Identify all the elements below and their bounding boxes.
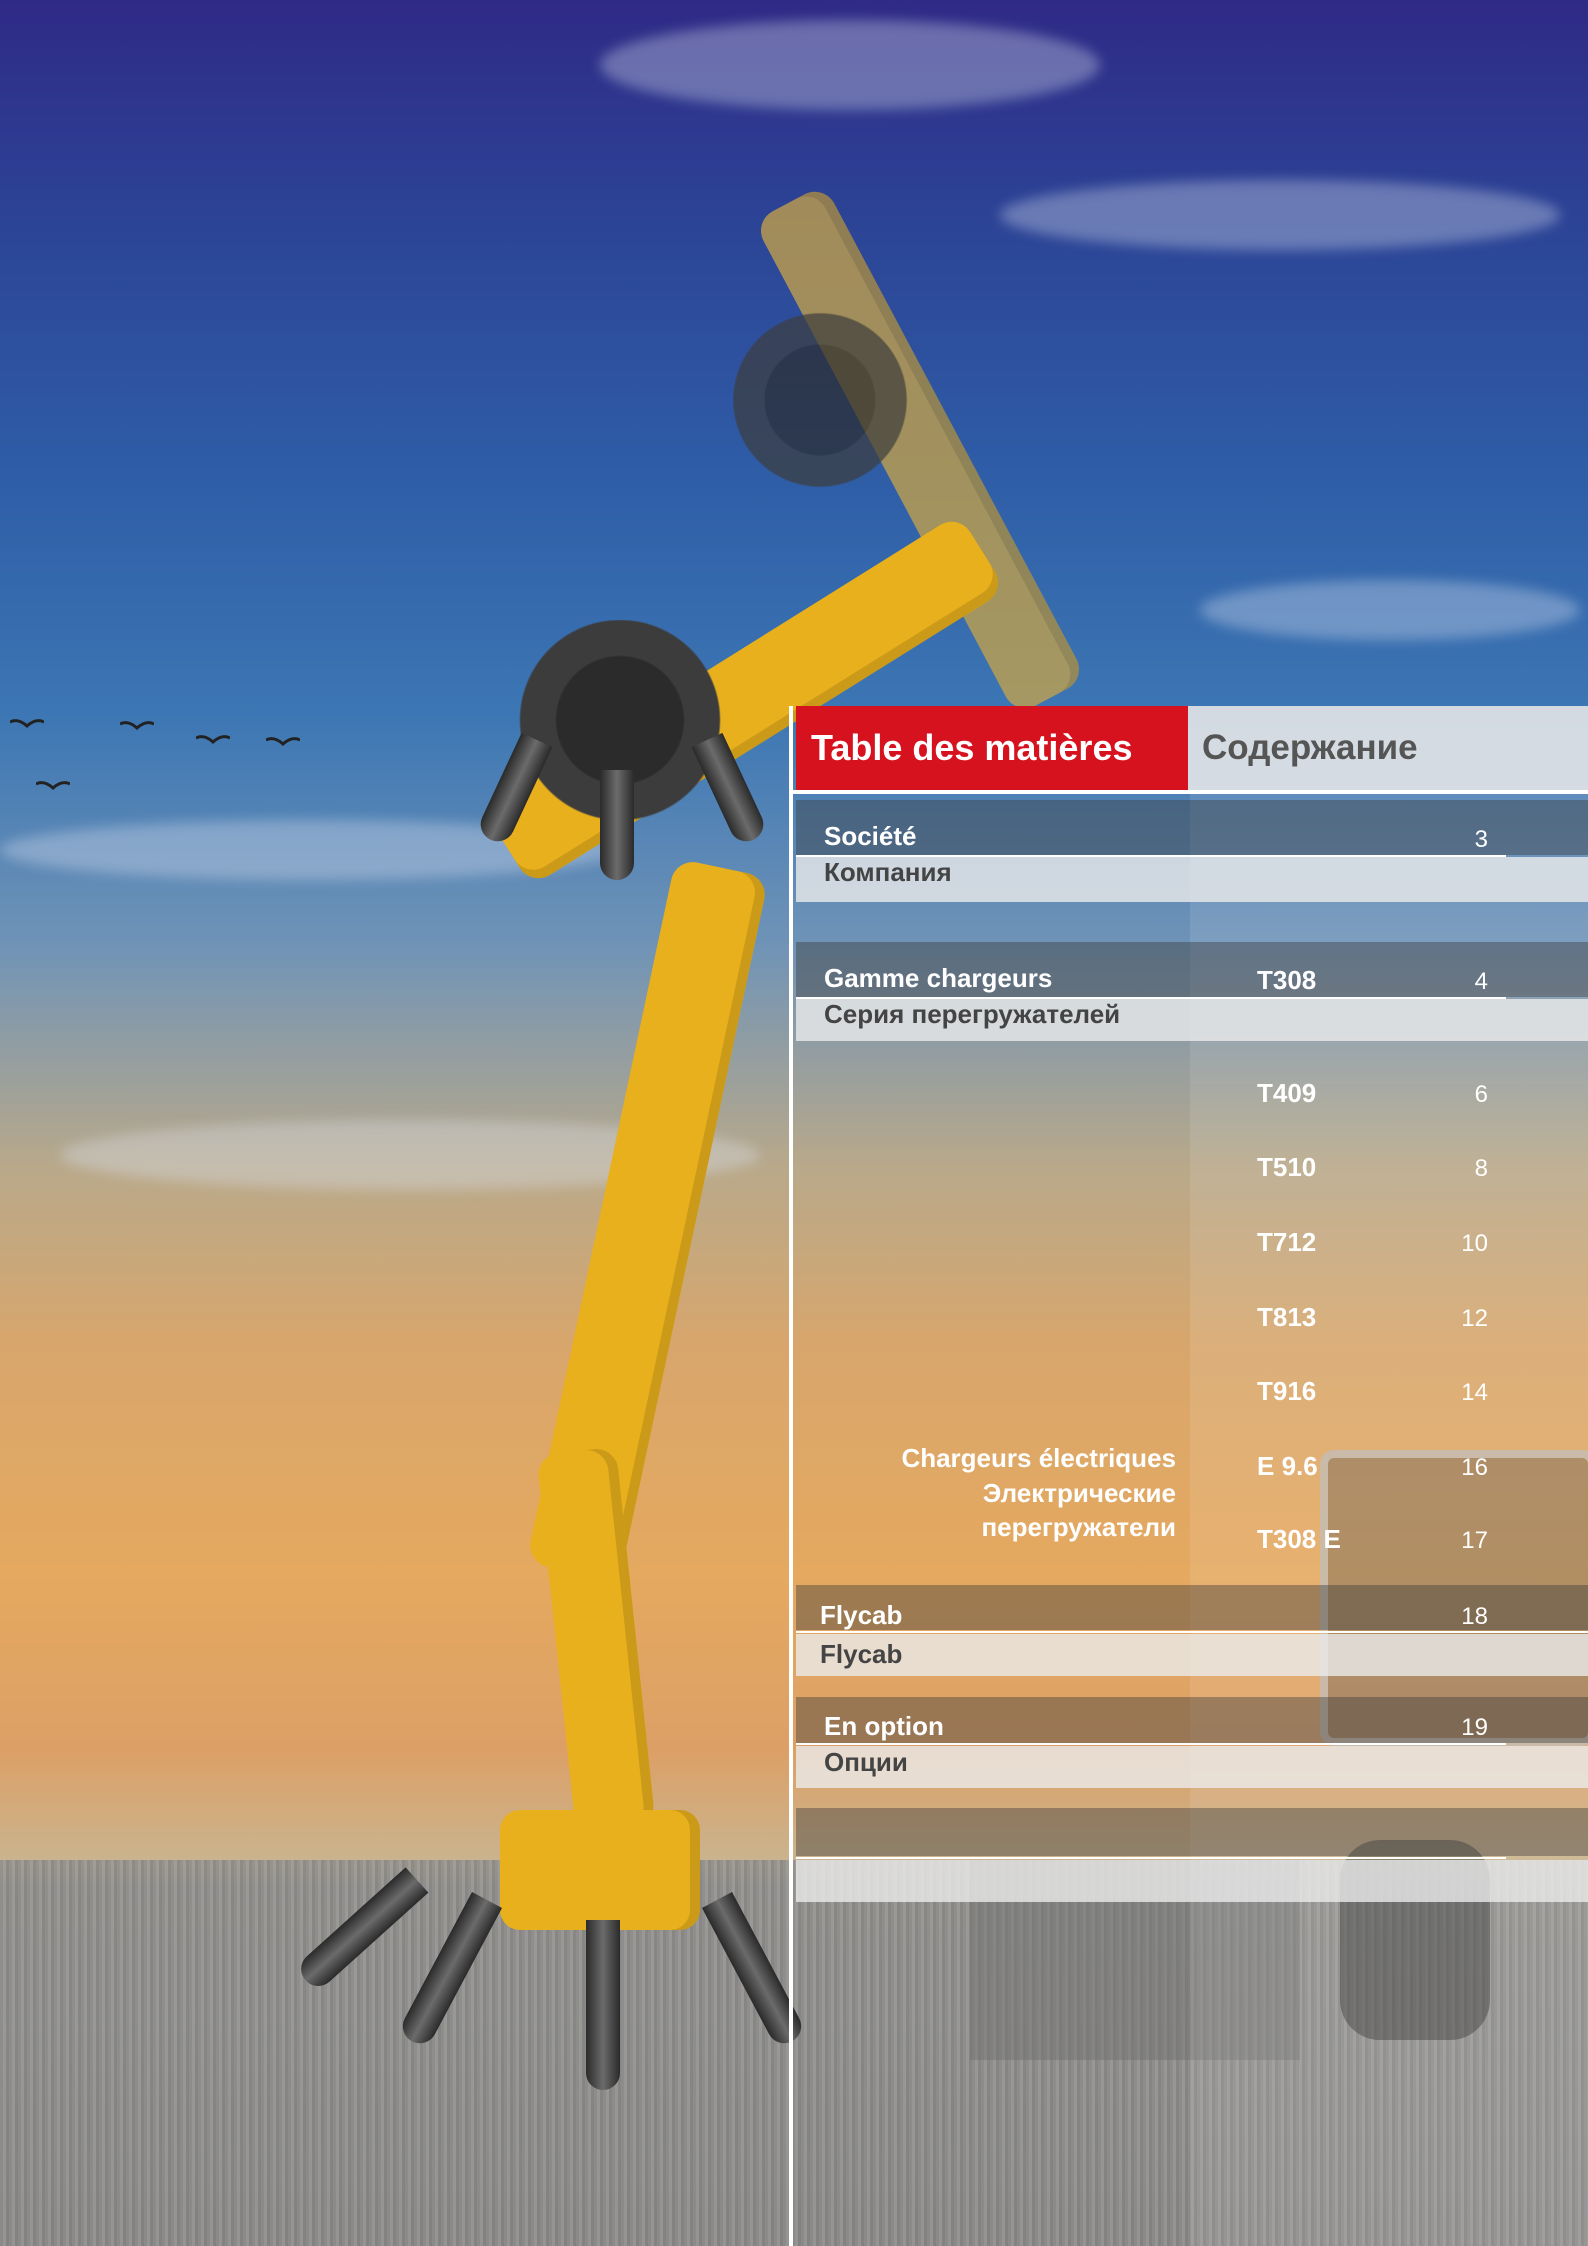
section-electric-ru-line1[interactable]: Электрические <box>983 1478 1176 1509</box>
model-label[interactable]: T916 <box>1257 1376 1316 1407</box>
page-number: 12 <box>1461 1305 1488 1332</box>
page-number: 18 <box>1461 1603 1488 1630</box>
grapple-body <box>500 1810 700 1930</box>
page-number: 4 <box>1474 968 1488 995</box>
model-label[interactable]: T813 <box>1257 1302 1316 1333</box>
panel-divider <box>789 706 793 2246</box>
model-label[interactable]: T409 <box>1257 1078 1316 1109</box>
section-flycab-ru[interactable]: Flycab <box>820 1639 902 1670</box>
section-company-fr[interactable]: Société <box>824 821 917 852</box>
bird-icon <box>10 719 44 729</box>
page-number: 8 <box>1474 1155 1488 1182</box>
page-number: 6 <box>1474 1081 1488 1108</box>
grapple-tine <box>600 770 634 880</box>
toc-title-fr: Table des matières <box>811 727 1133 768</box>
model-label[interactable]: T308 E <box>1257 1524 1341 1555</box>
toc-title-ru-box: Содержание <box>1188 706 1588 790</box>
bird-icon <box>120 721 154 731</box>
section-options-ru[interactable]: Опции <box>824 1747 908 1778</box>
toc-title-fr-box: Table des matières <box>796 706 1188 790</box>
section-company-ru[interactable]: Компания <box>824 857 952 888</box>
grapple-tine <box>586 1920 620 2090</box>
cloud <box>600 20 1100 110</box>
section-flycab-fr[interactable]: Flycab <box>820 1600 902 1631</box>
page-number: 3 <box>1474 826 1488 853</box>
model-label[interactable]: T510 <box>1257 1152 1316 1183</box>
page-number: 10 <box>1461 1230 1488 1257</box>
rule <box>796 1857 1506 1859</box>
model-label[interactable]: E 9.6 <box>1257 1451 1318 1482</box>
cloud <box>1000 180 1560 250</box>
rule <box>796 1631 1588 1633</box>
model-label[interactable]: T308 <box>1257 965 1316 996</box>
toc-title-ru: Содержание <box>1202 728 1418 767</box>
rule <box>796 1743 1506 1745</box>
page-number: 14 <box>1461 1379 1488 1406</box>
section-options-fr[interactable]: En option <box>824 1711 944 1742</box>
bird-icon <box>266 737 300 747</box>
band <box>796 1746 1588 1788</box>
section-electric-ru-line2[interactable]: перегружатели <box>981 1512 1176 1543</box>
bird-icon <box>36 781 70 791</box>
page-number: 17 <box>1461 1527 1488 1554</box>
far-grapple <box>700 300 940 500</box>
band <box>796 1860 1588 1902</box>
header-rule <box>793 790 1588 794</box>
section-range-fr[interactable]: Gamme chargeurs <box>824 963 1052 994</box>
page-number: 19 <box>1461 1714 1488 1741</box>
cloud <box>1200 580 1580 640</box>
section-range-ru[interactable]: Серия перегружателей <box>824 999 1120 1030</box>
band <box>796 1808 1588 1856</box>
model-label[interactable]: T712 <box>1257 1227 1316 1258</box>
band <box>796 1634 1588 1676</box>
bird-icon <box>196 735 230 745</box>
section-electric-fr[interactable]: Chargeurs électriques <box>901 1443 1176 1474</box>
page-number: 16 <box>1461 1454 1488 1481</box>
